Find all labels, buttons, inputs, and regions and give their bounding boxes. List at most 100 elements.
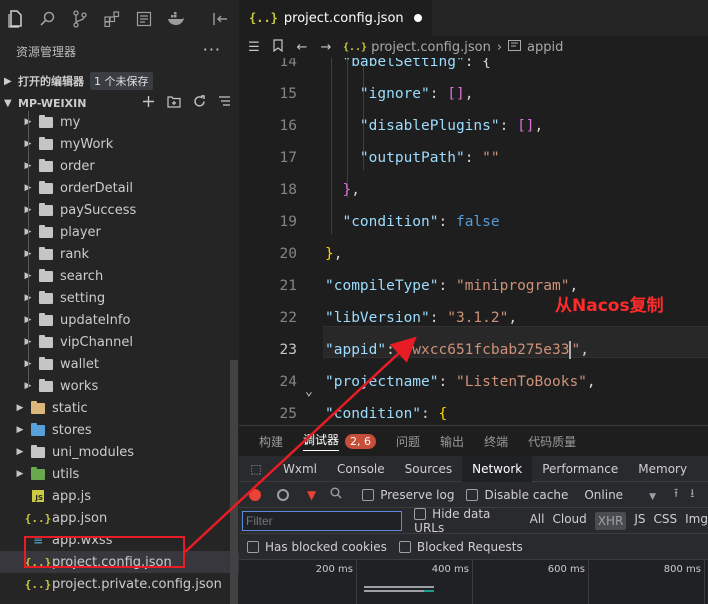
clear-icon[interactable] [277, 488, 289, 501]
timeline-tick: 800 ms [664, 560, 705, 604]
line-number: 25 [279, 406, 297, 422]
disable-cache-checkbox[interactable]: Disable cache [466, 488, 568, 502]
preserve-log-checkbox[interactable]: Preserve log [362, 488, 454, 502]
docker-icon[interactable] [166, 9, 186, 29]
tree-item[interactable]: ▶ uni_modules [0, 441, 239, 463]
sidebar-scrollbar[interactable] [230, 360, 238, 604]
tree-item[interactable]: ▶orderDetail [0, 177, 239, 199]
upload-icon[interactable]: ⭱ [674, 484, 678, 505]
fold-chevron-icon[interactable]: ⌄ [305, 384, 313, 399]
tree-item[interactable]: JS app.js [0, 485, 239, 507]
source-control-icon[interactable] [70, 9, 90, 29]
filter-icon[interactable]: ▼ [307, 488, 316, 502]
devtools-tab[interactable]: Console [327, 456, 395, 482]
new-folder-icon[interactable] [167, 95, 181, 112]
tree-item[interactable]: ▶paySuccess [0, 199, 239, 221]
more-actions-icon[interactable]: ··· [203, 36, 221, 64]
unsaved-dot-icon[interactable] [413, 14, 422, 22]
tree-item[interactable]: ▶vipChannel [0, 331, 239, 353]
tree-item[interactable]: {..} app.json [0, 507, 239, 529]
tab-project-config[interactable]: {..} project.config.json [239, 0, 432, 36]
json-file-icon: {..} [24, 577, 52, 591]
symbol-field-icon [508, 39, 522, 55]
tree-item[interactable]: ▶rank [0, 243, 239, 265]
list-icon[interactable]: ☰ [247, 40, 261, 55]
breadcrumb-file[interactable]: project.config.json [371, 40, 491, 55]
extensions-icon[interactable] [102, 9, 122, 29]
new-file-icon[interactable] [142, 95, 155, 112]
code-line[interactable]: 20}, [239, 238, 708, 270]
remote-explorer-icon[interactable] [134, 9, 154, 29]
tree-item[interactable]: ▶my [0, 111, 239, 133]
code-line[interactable]: 15 "ignore": [], [239, 78, 708, 110]
tree-item[interactable]: ▶myWork [0, 133, 239, 155]
code-line[interactable]: 18 }, [239, 174, 708, 206]
panel-tab[interactable]: 输出 [440, 433, 464, 450]
code-line[interactable]: 17 "outputPath": "" [239, 142, 708, 174]
timeline-tick: 400 ms [432, 560, 473, 604]
line-number: 16 [279, 118, 297, 134]
tree-item[interactable]: ▶ static [0, 397, 239, 419]
code-line[interactable]: 25 "condition": { [239, 398, 708, 425]
panel-tab[interactable]: 代码质量 [528, 433, 576, 450]
folder-icon [38, 268, 54, 282]
resource-type-filter[interactable]: CSS [654, 512, 678, 530]
code-area[interactable]: 14 "babelSetting": {15 "ignore": [], 16 "… [239, 58, 708, 425]
tree-item[interactable]: ▶updateInfo [0, 309, 239, 331]
has-blocked-cookies-checkbox[interactable]: Has blocked cookies [247, 540, 387, 554]
search-icon[interactable] [38, 9, 58, 29]
code-text: "libVersion": "3.1.2", [325, 310, 518, 326]
code-line[interactable]: 16 "disablePlugins": [], [239, 110, 708, 142]
devtools-tab[interactable]: Network [462, 455, 533, 482]
devtools-tab[interactable]: Wxml [273, 456, 327, 482]
download-icon[interactable]: ⭳ [690, 484, 694, 505]
panel-tab[interactable]: 问题 [396, 433, 420, 450]
devtools-tab[interactable]: Performance [532, 456, 628, 482]
tree-item[interactable]: ▶order [0, 155, 239, 177]
resource-type-filter[interactable]: Cloud [552, 512, 586, 530]
record-icon[interactable] [249, 488, 261, 501]
code-line[interactable]: 23 "appid": "wxcc651fcbab275e33 ", [239, 334, 708, 366]
resource-type-filter[interactable]: XHR [594, 511, 627, 530]
editor-tabs: {..} project.config.json [239, 0, 708, 36]
panel-tab[interactable]: 调试器 [303, 431, 340, 451]
files-icon[interactable] [6, 9, 26, 29]
throttling-select[interactable]: Online ▼ [584, 488, 656, 502]
panel-tab[interactable]: 终端 [484, 433, 508, 450]
explorer-title-label: 资源管理器 [16, 45, 77, 59]
inspect-element-icon[interactable]: ⬚ [239, 462, 273, 476]
bookmark-icon[interactable] [271, 38, 285, 56]
network-timeline[interactable]: 200 ms 400 ms 600 ms 800 ms [239, 560, 708, 604]
tree-item[interactable]: {..} project.private.config.json [0, 573, 239, 595]
search-icon[interactable] [330, 487, 342, 502]
back-arrow-icon[interactable]: ← [295, 40, 309, 55]
devtools-tab[interactable]: Memory [628, 456, 697, 482]
tree-item[interactable]: ▶search [0, 265, 239, 287]
code-text: "outputPath": "" [359, 150, 500, 166]
open-editors-section[interactable]: ▶ 打开的编辑器 1 个未保存 [0, 70, 239, 92]
breadcrumb: ☰ ← → {..} project.config.json › appid [239, 36, 708, 58]
tree-item[interactable]: ▶ utils [0, 463, 239, 485]
resource-type-filter[interactable]: JS [634, 512, 645, 530]
tree-item[interactable]: ▶setting [0, 287, 239, 309]
tree-item[interactable]: ▶ stores [0, 419, 239, 441]
code-line[interactable]: 14 "babelSetting": { [239, 58, 708, 78]
filter-input[interactable] [242, 510, 403, 531]
hide-data-urls-checkbox[interactable]: Hide data URLs [414, 507, 521, 535]
resource-type-filter[interactable]: Img [685, 512, 708, 530]
panel-tab[interactable]: 构建 [259, 433, 283, 450]
code-line[interactable]: 19 "condition": false [239, 206, 708, 238]
code-text: "projectname": "ListenToBooks", [325, 374, 596, 390]
tree-item[interactable]: ▶wallet [0, 353, 239, 375]
forward-arrow-icon[interactable]: → [319, 40, 333, 55]
resource-type-filter[interactable]: All [530, 512, 545, 530]
blocked-requests-checkbox[interactable]: Blocked Requests [398, 540, 523, 554]
collapse-panel-icon[interactable] [211, 9, 231, 29]
timeline-tick: 600 ms [548, 560, 589, 604]
collapse-all-icon[interactable] [218, 95, 231, 112]
refresh-icon[interactable] [193, 94, 206, 112]
tree-item[interactable]: ▶works [0, 375, 239, 397]
tree-item[interactable]: ▶player [0, 221, 239, 243]
breadcrumb-symbol[interactable]: appid [527, 40, 563, 55]
devtools-tab[interactable]: Sources [395, 456, 462, 482]
